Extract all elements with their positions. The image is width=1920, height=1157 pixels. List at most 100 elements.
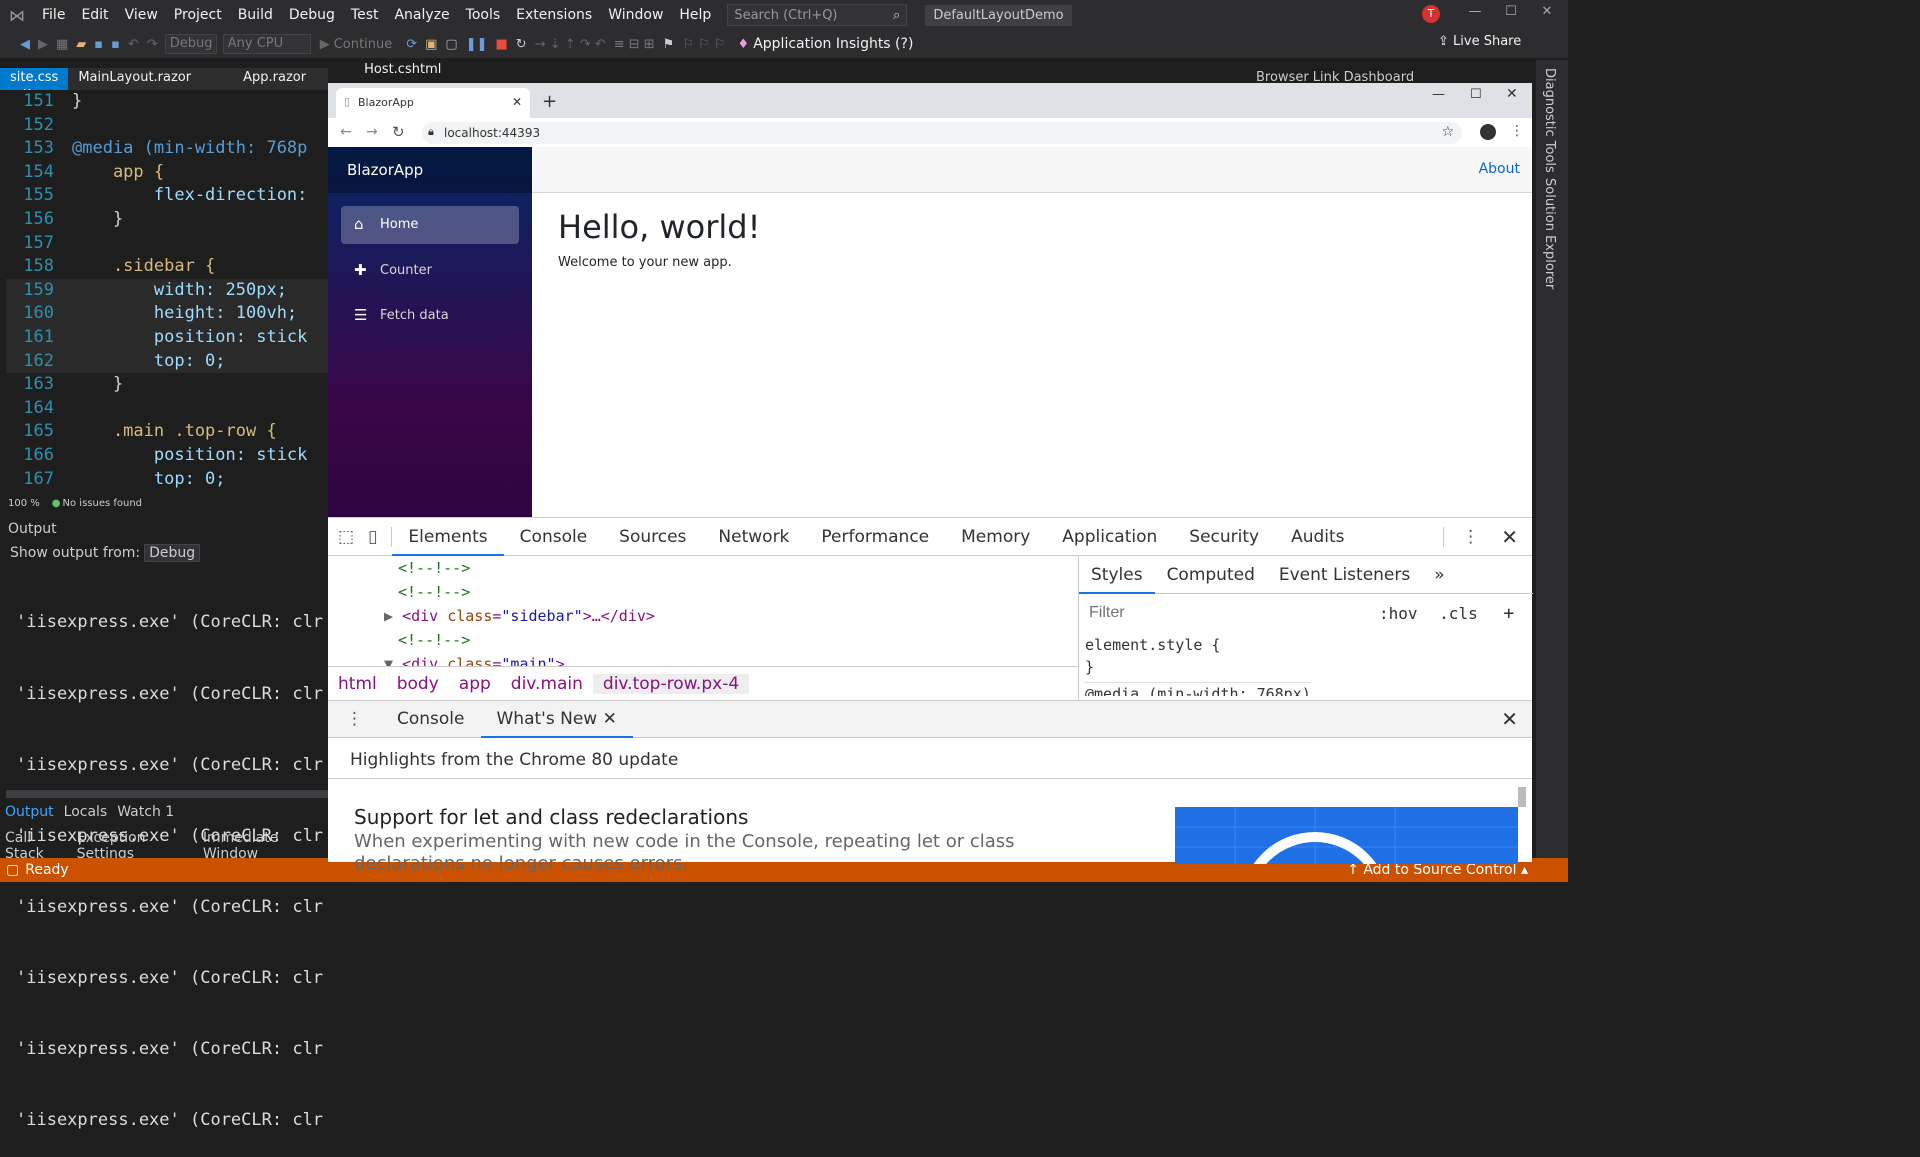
tab-memory[interactable]: Memory — [945, 518, 1046, 556]
hov-toggle[interactable]: :hov — [1379, 604, 1418, 623]
save-all-icon[interactable]: ▪ — [107, 37, 124, 52]
breadcrumb-app[interactable]: app — [449, 674, 501, 694]
styles-filter-input[interactable] — [1085, 600, 1365, 626]
pause-icon[interactable]: ❚❚ — [462, 37, 492, 52]
menu-extensions[interactable]: Extensions — [508, 0, 600, 30]
nav-home[interactable]: ⌂ Home — [341, 206, 519, 244]
screenshot-icon[interactable]: ▢ — [441, 37, 461, 52]
tab-event-listeners[interactable]: Event Listeners — [1267, 556, 1422, 594]
cls-toggle[interactable]: .cls — [1439, 604, 1478, 623]
tab-call-stack[interactable]: Call Stack — [0, 830, 72, 862]
restart-icon[interactable]: ↻ — [512, 37, 531, 52]
output-scrollbar[interactable] — [6, 790, 328, 798]
star-icon[interactable]: ☆ — [1441, 124, 1454, 140]
close-drawer-icon[interactable]: ✕ — [1487, 707, 1532, 731]
close-tab-icon[interactable]: ✕ — [512, 95, 522, 109]
tab-watch1[interactable]: Watch 1 — [112, 804, 179, 826]
menu-help[interactable]: Help — [671, 0, 719, 30]
breadcrumb-body[interactable]: body — [387, 674, 449, 694]
feature-illustration[interactable] — [1175, 807, 1518, 864]
menu-debug[interactable]: Debug — [281, 0, 343, 30]
user-avatar[interactable]: T — [1422, 5, 1440, 23]
continue-button[interactable]: Continue — [334, 37, 392, 52]
save-icon[interactable]: ▪ — [90, 37, 107, 52]
tab-immediate-window[interactable]: Immediate Window — [198, 830, 328, 862]
more-vert-icon[interactable]: ⋮ — [1510, 123, 1524, 139]
platform-dropdown[interactable]: Any CPU — [222, 34, 311, 54]
more-vert-icon[interactable]: ⋮ — [1443, 526, 1497, 547]
tab-solution-explorer[interactable]: Solution Explorer — [1542, 178, 1557, 289]
whats-new-scrollbar[interactable] — [1518, 787, 1526, 807]
dom-node-sidebar[interactable]: ▶ <div class="sidebar">…</div> — [328, 604, 1074, 628]
menu-edit[interactable]: Edit — [73, 0, 116, 30]
breadcrumb-div-top-row[interactable]: div.top-row.px-4 — [592, 673, 750, 694]
refresh-icon[interactable]: ⟳ — [402, 37, 421, 52]
vs-search-input[interactable]: Search (Ctrl+Q) ⌕ — [727, 4, 908, 26]
tab-audits[interactable]: Audits — [1275, 518, 1360, 556]
close-icon[interactable]: ✕ — [1532, 4, 1562, 19]
address-input[interactable]: 🔒︎ localhost:44393 ☆ — [422, 122, 1462, 144]
forward-arrow-icon[interactable]: → — [366, 124, 378, 140]
menu-file[interactable]: File — [34, 0, 73, 30]
reload-icon[interactable]: ↻ — [392, 123, 405, 141]
tab-site-css[interactable]: site.css ⊸ ✕ — [0, 68, 69, 99]
menu-view[interactable]: View — [117, 0, 166, 30]
stop-icon[interactable]: ■ — [492, 37, 512, 52]
live-share-button[interactable]: ⇪ Live Share — [1438, 34, 1521, 49]
source-control-button[interactable]: ↑ Add to Source Control ▴ — [1347, 862, 1528, 878]
device-toolbar-icon[interactable]: ▯ — [364, 526, 393, 547]
menu-build[interactable]: Build — [230, 0, 281, 30]
collapse-arrow-icon[interactable]: ▼ — [384, 655, 402, 666]
tab-exception-settings[interactable]: Exception Settings — [72, 830, 198, 862]
browser-link-icon[interactable]: ▣ — [421, 37, 441, 52]
breadcrumb-html[interactable]: html — [328, 674, 387, 694]
config-dropdown[interactable]: Debug — [164, 34, 217, 54]
dom-node-main[interactable]: ▼ <div class="main"> — [328, 652, 1074, 666]
step-icons[interactable]: → ⇣ ⇡ ↷ ↶ — [531, 37, 610, 52]
tab-diagnostic-tools[interactable]: Diagnostic Tools — [1542, 68, 1557, 173]
dom-tree[interactable]: <!--!--> <!--!--> ▶ <div class="sidebar"… — [328, 556, 1074, 666]
app-insights-button[interactable]: Application Insights (?) — [753, 36, 913, 52]
tab-elements[interactable]: Elements — [392, 518, 504, 556]
redo-icon[interactable]: ↷ — [143, 37, 162, 52]
back-icon[interactable]: ◀ — [16, 37, 34, 52]
style-rules[interactable]: element.style { } @media (min-width: 768… — [1085, 634, 1311, 696]
tab-output[interactable]: Output — [0, 804, 59, 826]
minimize-icon[interactable]: — — [1460, 4, 1490, 19]
app-brand[interactable]: BlazorApp — [328, 147, 532, 193]
inspect-icon[interactable]: ⬚ — [328, 527, 364, 547]
open-icon[interactable]: ▰ — [72, 37, 90, 52]
tab-network[interactable]: Network — [702, 518, 805, 556]
nav-counter[interactable]: ✚ Counter — [341, 252, 519, 290]
forward-icon[interactable]: ▶ — [34, 37, 52, 52]
browser-tab[interactable]: ▯ BlazorApp ✕ — [336, 88, 530, 118]
tab-application[interactable]: Application — [1046, 518, 1173, 556]
menu-analyze[interactable]: Analyze — [386, 0, 457, 30]
feature-title[interactable]: Support for let and class redeclarations — [354, 805, 748, 829]
menu-window[interactable]: Window — [600, 0, 671, 30]
close-icon[interactable]: ✕ — [603, 709, 617, 729]
back-arrow-icon[interactable]: ← — [340, 124, 352, 140]
tab-console[interactable]: Console — [504, 518, 604, 556]
drawer-tab-console[interactable]: Console — [381, 700, 481, 738]
close-icon[interactable]: ✕ — [1506, 86, 1518, 102]
tab-locals[interactable]: Locals — [59, 804, 113, 826]
tab-performance[interactable]: Performance — [805, 518, 945, 556]
maximize-icon[interactable]: ☐ — [1470, 87, 1482, 102]
menu-test[interactable]: Test — [343, 0, 387, 30]
new-project-icon[interactable]: ▦ — [52, 37, 72, 52]
nav-fetch-data[interactable]: ☰ Fetch data — [341, 297, 519, 335]
bookmark-nav-icons[interactable]: ⚐ ⚐ ⚐ — [678, 37, 729, 52]
drawer-tab-whats-new[interactable]: What's New ✕ — [480, 700, 633, 738]
undo-icon[interactable]: ↶ — [124, 37, 143, 52]
add-rule-icon[interactable]: + — [1503, 603, 1514, 624]
about-link[interactable]: About — [1479, 161, 1520, 177]
new-tab-icon[interactable]: + — [542, 91, 557, 112]
output-source-dropdown[interactable]: Debug — [144, 544, 201, 562]
menu-project[interactable]: Project — [166, 0, 230, 30]
menu-tools[interactable]: Tools — [458, 0, 509, 30]
more-tabs-icon[interactable]: » — [1422, 556, 1456, 594]
minimize-icon[interactable]: — — [1432, 87, 1445, 102]
breadcrumb-div-main[interactable]: div.main — [501, 674, 593, 694]
drawer-menu-icon[interactable]: ⋮ — [328, 709, 381, 729]
